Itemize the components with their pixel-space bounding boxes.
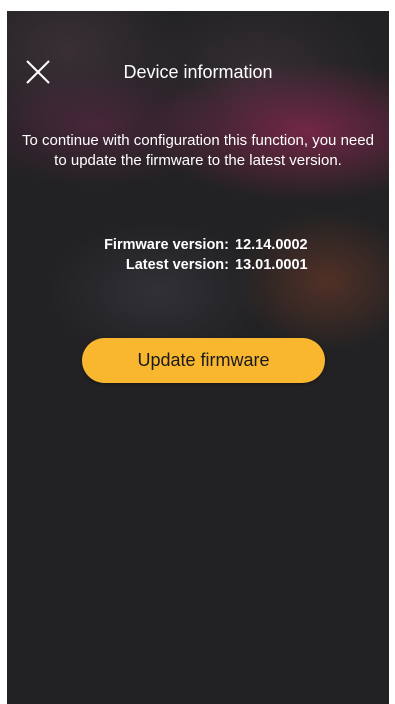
page-title: Device information [123, 62, 273, 82]
update-required-message: To continue with configuration this func… [22, 132, 374, 169]
header-bar: Device information [7, 47, 389, 97]
firmware-version-row: Firmware version: 12.14.0002 [7, 235, 389, 255]
firmware-version-label: Firmware version: [104, 237, 229, 253]
close-button[interactable] [25, 59, 51, 85]
latest-version-value: 13.01.0001 [235, 257, 308, 273]
close-icon [26, 60, 50, 84]
update-firmware-button[interactable]: Update firmware [82, 338, 325, 383]
latest-version-label: Latest version: [125, 257, 229, 273]
firmware-version-value: 12.14.0002 [235, 237, 308, 253]
device-info-screen: Device information To continue with conf… [7, 11, 389, 704]
latest-version-row: Latest version: 13.01.0001 [7, 255, 389, 275]
version-info: Firmware version: 12.14.0002 Latest vers… [7, 235, 389, 275]
